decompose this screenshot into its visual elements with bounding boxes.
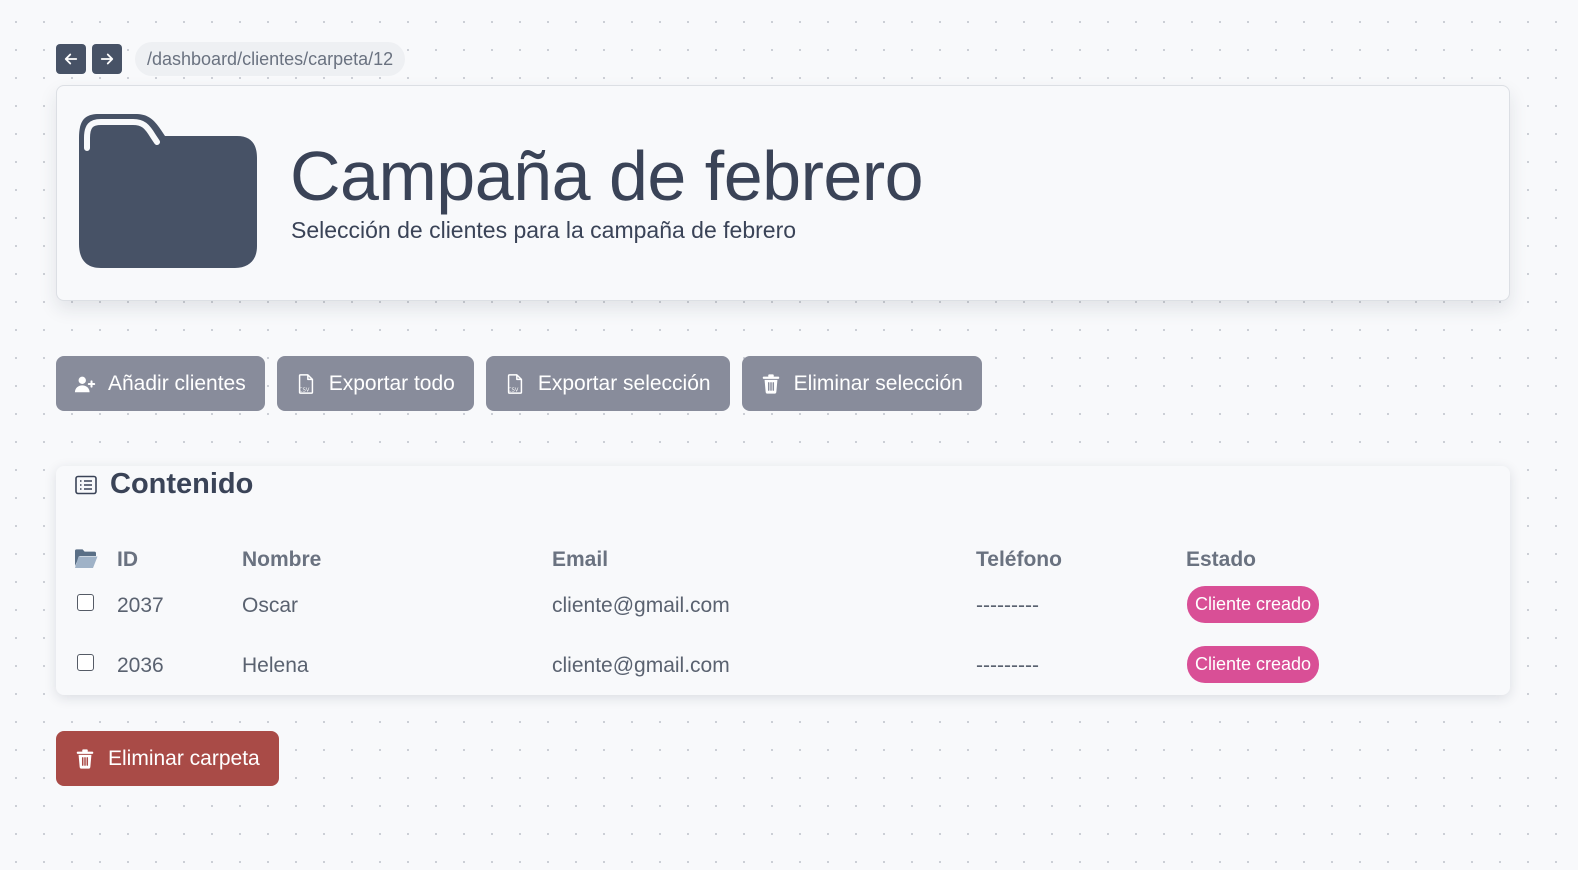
svg-text:CSV: CSV [299, 387, 310, 393]
top-nav: /dashboard/clientes/carpeta/12 [56, 42, 406, 76]
list-icon [75, 475, 97, 494]
cell-id: 2036 [117, 654, 164, 677]
column-header-id[interactable]: ID [117, 548, 138, 572]
content-heading: Contenido [74, 468, 253, 501]
content-title: Contenido [110, 468, 254, 500]
add-clients-button[interactable]: Añadir clientes [56, 356, 265, 411]
trash-icon [76, 748, 94, 769]
trash-icon [762, 373, 779, 394]
delete-selection-label: Eliminar selección [793, 371, 963, 395]
add-clients-label: Añadir clientes [108, 371, 246, 395]
delete-selection-button[interactable]: Eliminar selección [741, 356, 982, 411]
folder-header-card: Campaña de febrero Selección de clientes… [56, 85, 1510, 301]
row-checkbox[interactable] [77, 654, 94, 671]
action-toolbar: Añadir clientes CSV Exportar todo CSV Ex… [56, 356, 994, 411]
column-header-email[interactable]: Email [552, 548, 608, 572]
back-button[interactable] [56, 44, 86, 74]
forward-button[interactable] [92, 44, 122, 74]
cell-email: cliente@gmail.com [552, 654, 730, 677]
folder-subtitle: Selección de clientes para la campaña de… [291, 217, 797, 243]
user-plus-icon [74, 376, 96, 392]
export-all-label: Exportar todo [328, 371, 455, 395]
path-breadcrumb: /dashboard/clientes/carpeta/12 [135, 42, 406, 76]
export-all-button[interactable]: CSV Exportar todo [276, 356, 474, 411]
open-folder-icon[interactable] [74, 548, 98, 570]
svg-text:CSV: CSV [508, 387, 519, 393]
cell-nombre: Oscar [242, 594, 299, 617]
content-card: Contenido ID Nombre Email Teléfono Estad… [56, 466, 1510, 695]
column-header-nombre[interactable]: Nombre [242, 548, 321, 572]
cell-telefono: --------- [976, 654, 1039, 677]
status-badge: Cliente creado [1187, 586, 1320, 623]
status-badge: Cliente creado [1187, 646, 1320, 683]
delete-folder-button[interactable]: Eliminar carpeta [56, 731, 279, 786]
column-header-estado[interactable]: Estado [1186, 548, 1256, 572]
export-selection-label: Exportar selección [537, 371, 711, 395]
csv-file-icon: CSV [298, 373, 313, 394]
delete-folder-label: Eliminar carpeta [108, 746, 260, 770]
cell-nombre: Helena [242, 654, 309, 677]
column-header-telefono[interactable]: Teléfono [976, 548, 1062, 572]
cell-id: 2037 [117, 594, 164, 617]
export-selection-button[interactable]: CSV Exportar selección [485, 356, 730, 411]
arrow-left-icon [64, 53, 78, 65]
csv-file-icon: CSV [507, 373, 522, 394]
folder-title: Campaña de febrero [290, 137, 924, 215]
row-checkbox[interactable] [77, 594, 94, 611]
folder-icon [79, 114, 257, 268]
cell-telefono: --------- [976, 594, 1039, 617]
arrow-right-icon [100, 53, 114, 65]
cell-email: cliente@gmail.com [552, 594, 730, 617]
